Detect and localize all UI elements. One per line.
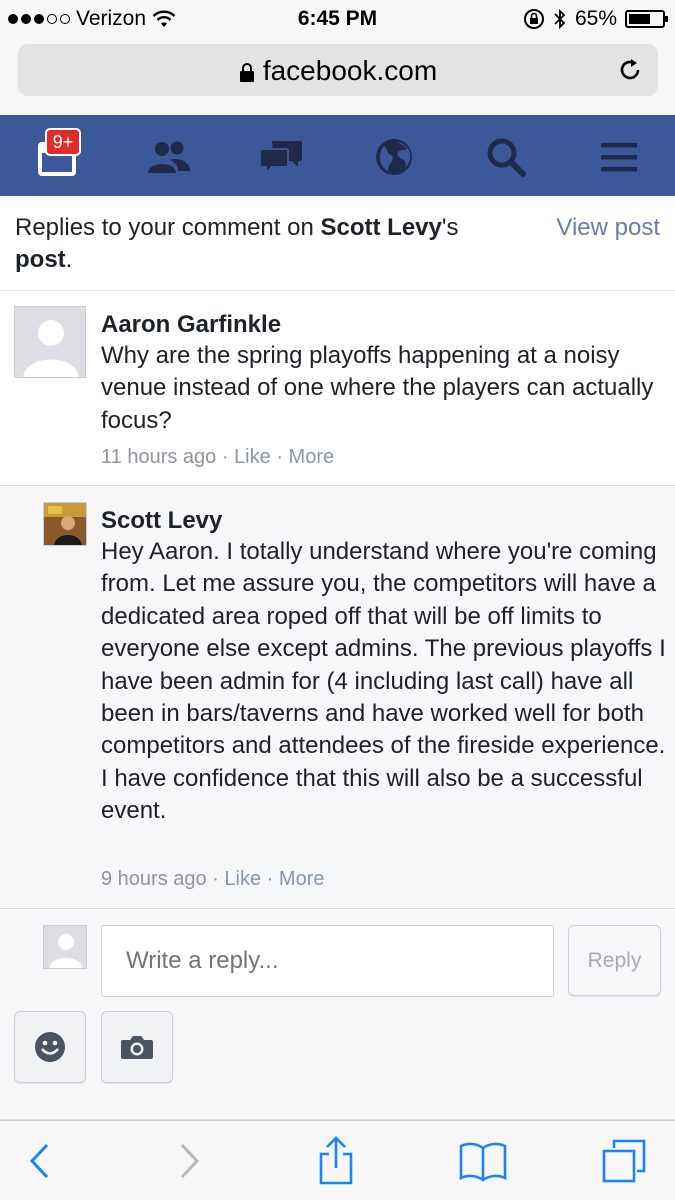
profile-photo-icon xyxy=(44,503,86,545)
reply-input[interactable] xyxy=(101,925,554,997)
search-icon[interactable] xyxy=(482,133,530,181)
more-link[interactable]: More xyxy=(279,868,325,890)
comment-author-name[interactable]: Scott Levy xyxy=(101,507,222,535)
notification-badge: 9+ xyxy=(45,128,81,156)
replies-header: Replies to your comment on Scott Levy's p… xyxy=(0,196,675,291)
chevron-right-icon xyxy=(180,1143,200,1179)
my-avatar xyxy=(43,925,87,969)
header-prefix: Replies to your comment on xyxy=(15,214,321,241)
meta-separator: · xyxy=(206,868,225,890)
comment-meta: 9 hours ago · Like · More xyxy=(101,868,324,891)
meta-separator: · xyxy=(270,446,289,468)
avatar[interactable] xyxy=(43,502,87,546)
friends-icon[interactable] xyxy=(145,133,193,181)
photo-button[interactable] xyxy=(101,1011,173,1083)
comment-aaron: Aaron Garfinkle Why are the spring playo… xyxy=(0,291,675,486)
comment-meta: 11 hours ago · Like · More xyxy=(101,446,334,469)
url-text: facebook.com xyxy=(262,55,438,86)
browser-url-area: facebook.com xyxy=(0,38,675,115)
meta-separator: · xyxy=(216,446,235,468)
rotation-lock-icon xyxy=(523,9,544,29)
more-link[interactable]: More xyxy=(289,446,335,468)
smiley-icon xyxy=(35,1032,65,1062)
bookmarks-button[interactable] xyxy=(455,1135,511,1187)
emoji-button[interactable] xyxy=(14,1011,86,1083)
book-icon xyxy=(459,1142,507,1182)
globe-icon[interactable] xyxy=(370,133,418,181)
menu-icon[interactable] xyxy=(595,133,643,181)
reply-button[interactable]: Reply xyxy=(568,925,661,996)
default-avatar-icon xyxy=(23,320,79,377)
view-post-link[interactable]: View post xyxy=(556,212,660,244)
share-button[interactable] xyxy=(310,1135,362,1187)
comment-time[interactable]: 11 hours ago xyxy=(101,446,216,468)
default-avatar-icon xyxy=(49,934,83,968)
header-author[interactable]: Scott Levy xyxy=(320,214,441,241)
reload-icon[interactable] xyxy=(616,56,644,84)
comment-text: Why are the spring playoffs happening at… xyxy=(101,342,654,434)
comment-author-name[interactable]: Aaron Garfinkle xyxy=(101,311,281,339)
like-link[interactable]: Like xyxy=(224,868,261,890)
lock-icon xyxy=(239,62,254,82)
forward-button[interactable] xyxy=(164,1135,216,1187)
status-right: 65% xyxy=(523,7,668,31)
like-link[interactable]: Like xyxy=(234,446,271,468)
facebook-nav-bar xyxy=(0,115,675,196)
ios-status-bar: Verizon 6:45 PM 65% xyxy=(0,0,675,38)
messages-icon[interactable] xyxy=(257,133,305,181)
tabs-icon xyxy=(602,1139,646,1183)
battery-icon xyxy=(625,10,668,28)
bluetooth-icon xyxy=(554,8,566,30)
tabs-button[interactable] xyxy=(598,1135,650,1187)
comment-scott: Scott Levy Hey Aaron. I totally understa… xyxy=(0,487,675,909)
battery-percent: 65% xyxy=(574,7,617,30)
camera-icon xyxy=(121,1036,153,1059)
header-post-link[interactable]: post xyxy=(15,246,66,273)
safari-toolbar xyxy=(0,1120,675,1200)
avatar[interactable] xyxy=(14,306,86,378)
header-text: Replies to your comment on Scott Levy's p… xyxy=(15,212,515,276)
meta-separator: · xyxy=(261,868,279,890)
header-possessive: 's xyxy=(441,214,459,241)
chevron-left-icon xyxy=(29,1143,49,1179)
comment-text: Hey Aaron. I totally understand where yo… xyxy=(101,538,666,825)
share-icon xyxy=(319,1136,353,1185)
comment-time[interactable]: 9 hours ago xyxy=(101,868,207,890)
reply-composer: Reply xyxy=(0,910,675,1120)
header-period: . xyxy=(65,246,73,273)
address-bar[interactable]: facebook.com xyxy=(18,44,658,96)
back-button[interactable] xyxy=(13,1135,65,1187)
